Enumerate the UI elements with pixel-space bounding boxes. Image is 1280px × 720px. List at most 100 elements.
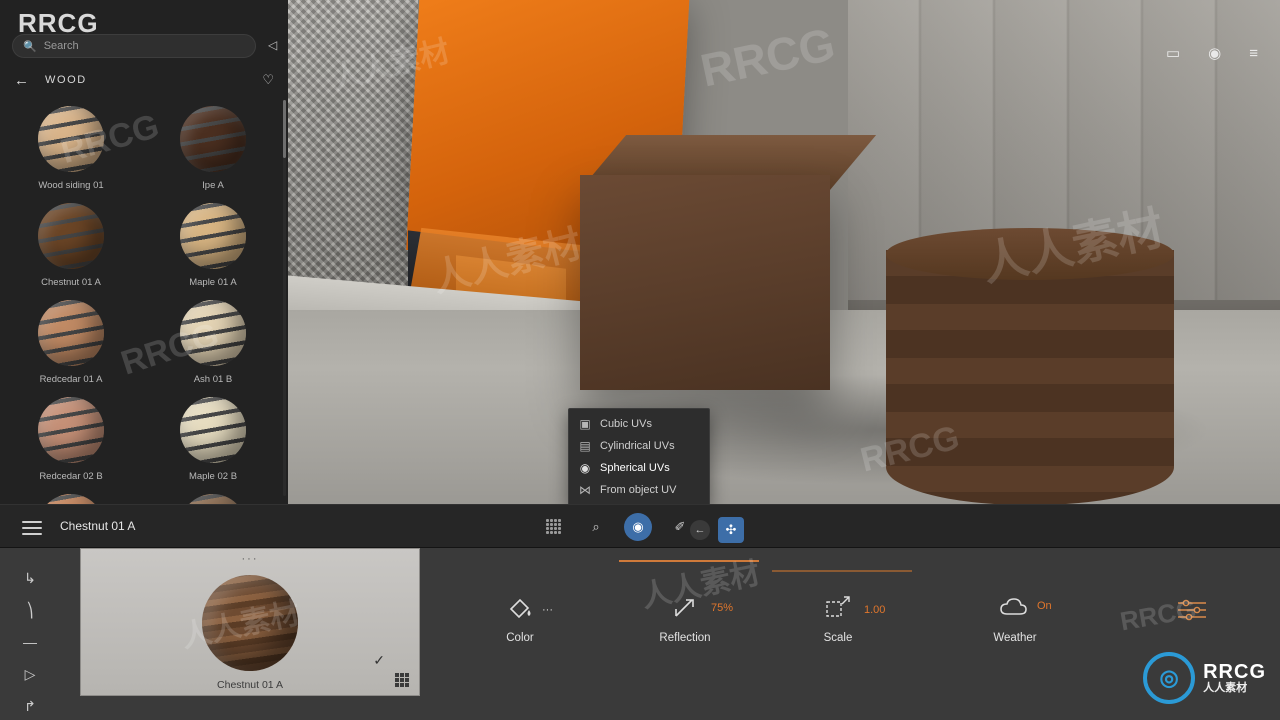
search-placeholder: Search <box>43 40 79 52</box>
uv-projection-menu[interactable]: ▣ Cubic UVs ▤ Cylindrical UVs ◉ Spherica… <box>568 408 710 506</box>
texture-grid-icon[interactable] <box>540 513 568 541</box>
material-tile[interactable]: Chestnut 01 A <box>0 197 142 294</box>
material-tile[interactable] <box>0 488 142 504</box>
check-icon[interactable]: ✓ <box>373 652 385 669</box>
property-weather[interactable]: Weather On <box>945 582 1085 644</box>
material-tile-label: Redcedar 01 A <box>39 374 103 385</box>
menu-item-cylindrical-uvs[interactable]: ▤ Cylindrical UVs <box>569 435 709 457</box>
menu-item-label: From object UV <box>600 484 677 496</box>
material-thumbnail <box>180 494 246 504</box>
library-header: ← WOOD ♡ <box>0 66 288 94</box>
path-icon[interactable]: ― <box>0 626 60 658</box>
material-tile[interactable]: Redcedar 02 B <box>0 391 142 488</box>
uv-projection-icon[interactable]: ◉ <box>624 513 652 541</box>
material-thumbnail <box>38 106 104 172</box>
material-tile-label: Ash 01 B <box>193 374 233 385</box>
material-tile[interactable]: Maple 02 B <box>142 391 284 488</box>
eye-icon[interactable]: ◉ <box>1208 44 1221 62</box>
material-tile[interactable]: Ash 01 B <box>142 294 284 391</box>
split-view-icon[interactable]: ▭ <box>1166 44 1180 62</box>
wood-cube[interactable] <box>580 175 830 390</box>
menu-item-cubic-uvs[interactable]: ▣ Cubic UVs <box>569 413 709 435</box>
move-gizmo-button[interactable]: ✣ <box>718 517 744 543</box>
measure-icon[interactable]: ⎞ <box>0 594 60 626</box>
property-value: 1.00 <box>864 604 886 616</box>
watermark-brand: RRCG <box>1203 660 1266 683</box>
settings-sliders-icon[interactable]: ≡ <box>1249 45 1258 62</box>
scale-icon <box>768 582 908 622</box>
import-icon[interactable]: ↳ <box>0 562 60 594</box>
viewport-icon-bar: ▭ ◉ ≡ <box>1166 44 1258 63</box>
material-tile-label: Redcedar 02 B <box>39 471 103 482</box>
material-preview-sphere <box>202 575 298 671</box>
rrcg-ring-icon: ◎ <box>1143 652 1196 704</box>
property-label: Reflection <box>659 632 711 644</box>
reflection-slider-track[interactable] <box>619 560 759 562</box>
property-label: Weather <box>993 632 1037 644</box>
selected-material-name: Chestnut 01 A <box>60 519 136 533</box>
rrcg-watermark-logo: ◎ RRCG 人人素材 <box>1143 652 1266 704</box>
scale-slider-track[interactable] <box>772 570 912 572</box>
back-arrow-button[interactable]: ← <box>690 520 710 540</box>
material-thumbnail <box>180 397 246 463</box>
material-thumbnail <box>38 494 104 504</box>
material-tile-label: Wood siding 01 <box>38 180 104 191</box>
material-thumbnail <box>38 300 104 366</box>
menu-item-from-object-uv[interactable]: ⋈ From object UV <box>569 479 709 501</box>
material-thumbnail <box>180 300 246 366</box>
cube-icon: ▣ <box>579 417 591 431</box>
wood-cylinder-top[interactable] <box>886 228 1174 280</box>
material-tile-label: Maple 01 A <box>189 277 237 288</box>
magnifier-icon[interactable]: ⌕ <box>582 513 610 541</box>
material-tile-label: Maple 02 B <box>188 471 238 482</box>
twinmotion-window: ▭ ◉ ≡ ▣ Cubic UVs ▤ Cylindrical UVs ◉ Sp… <box>0 0 1280 720</box>
property-settings[interactable] <box>1122 582 1262 622</box>
search-icon: 🔍 <box>23 40 37 53</box>
material-toolbar: Chestnut 01 A ⌕ ◉ ✐ ← ✣ <box>0 504 1280 548</box>
property-value: ··· <box>542 604 553 616</box>
property-value: 75% <box>711 602 734 614</box>
material-thumbnail <box>38 203 104 269</box>
sliders-icon <box>1122 582 1262 622</box>
material-thumbnail <box>180 106 246 172</box>
material-tile[interactable]: Redcedar 01 A <box>0 294 142 391</box>
material-thumbnail <box>180 203 246 269</box>
grid-icon[interactable] <box>395 673 409 687</box>
arrow-left-icon[interactable]: ← <box>14 72 29 89</box>
material-tile-label: Chestnut 01 A <box>41 277 101 288</box>
media-icon[interactable]: ▷ <box>0 658 60 690</box>
chevron-left-icon[interactable]: ◁ <box>268 38 277 52</box>
wood-cylinder[interactable] <box>886 250 1174 504</box>
property-value: On <box>1037 600 1052 612</box>
menu-item-spherical-uvs[interactable]: ◉ Spherical UVs <box>569 457 709 479</box>
card-dots-menu[interactable]: ··· <box>242 553 259 565</box>
library-scrollbar-thumb[interactable] <box>283 100 286 158</box>
reflection-arrow-icon <box>615 582 755 622</box>
toolbar-tools: ⌕ ◉ ✐ <box>540 513 694 541</box>
material-tile[interactable]: Wood siding 01 <box>0 100 142 197</box>
export-icon[interactable]: ↱ <box>0 690 60 720</box>
menu-item-label: Cylindrical UVs <box>600 440 675 452</box>
material-grid[interactable]: Wood siding 01 Ipe A Chestnut 01 A Maple 01… <box>0 96 288 504</box>
property-color[interactable]: Color ··· <box>450 582 590 644</box>
property-label: Color <box>506 632 534 644</box>
material-tile[interactable] <box>142 488 284 504</box>
property-reflection[interactable]: Reflection 75% <box>615 560 759 644</box>
paint-bucket-icon <box>450 582 590 622</box>
material-tile[interactable]: Ipe A <box>142 100 284 197</box>
3d-viewport[interactable]: ▭ ◉ ≡ <box>288 0 1280 504</box>
hamburger-icon[interactable] <box>22 521 42 539</box>
heart-icon[interactable]: ♡ <box>262 72 274 88</box>
material-tile[interactable]: Maple 01 A <box>142 197 284 294</box>
library-scrollbar-track[interactable] <box>283 100 286 496</box>
sphere-icon: ◉ <box>579 461 591 475</box>
search-input[interactable]: 🔍 Search <box>12 34 256 58</box>
material-card-name: Chestnut 01 A <box>217 679 283 691</box>
cloud-icon <box>945 582 1085 622</box>
material-properties-panel: ↳ ⎞ ― ▷ ↱ ··· Chestnut 01 A ✓ Color ··· <box>0 548 1280 720</box>
menu-item-label: Cubic UVs <box>600 418 652 430</box>
material-thumbnail <box>38 397 104 463</box>
property-scale[interactable]: Scale 1.00 <box>768 570 912 644</box>
material-preview-card[interactable]: ··· Chestnut 01 A ✓ <box>80 548 420 696</box>
material-tile-label: Ipe A <box>202 180 224 191</box>
